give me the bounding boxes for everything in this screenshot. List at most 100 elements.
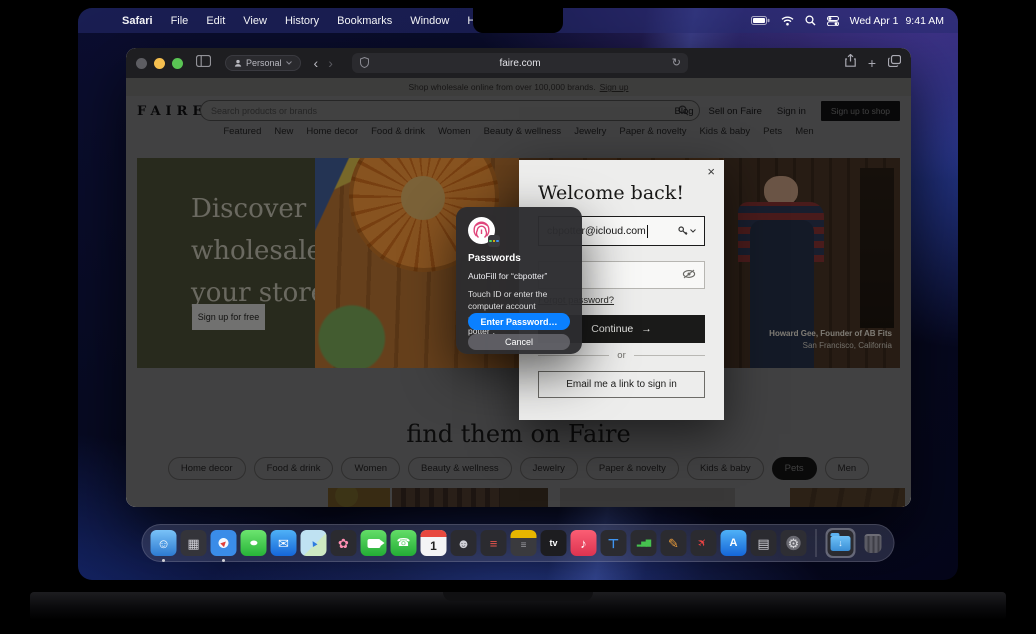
caption-name: Howard Gee, Founder of AB Fits: [769, 328, 892, 340]
dock-documents-icon[interactable]: ▤: [751, 530, 777, 556]
dock-reminders-icon[interactable]: ≡: [481, 530, 507, 556]
dock-music-icon[interactable]: ♪: [571, 530, 597, 556]
rocket-glyph: ✈: [696, 536, 710, 550]
tv-glyph: tv: [549, 539, 557, 548]
safari-toolbar: Personal ‹ › faire.com ↻ +: [126, 48, 911, 78]
wifi-icon[interactable]: [781, 16, 794, 26]
touch-id-icon: [468, 217, 495, 244]
calendar-band: [421, 530, 447, 537]
dock-maps-icon[interactable]: ▲: [301, 530, 327, 556]
shop-shelf-image: [860, 168, 894, 328]
menu-bar-status: Wed Apr 1 9:41 AM: [751, 15, 944, 27]
music-glyph: ♪: [580, 537, 587, 550]
dock: ☺▦▲●✉▲✿☎1☻≡≡tv♪⊤▂▅▇✎✈A▤⚙ ↓: [142, 524, 895, 562]
hero-photo-founder: Howard Gee, Founder of AB Fits San Franc…: [724, 158, 900, 368]
menu-item-safari[interactable]: Safari: [122, 15, 153, 27]
dock-settings-icon[interactable]: ⚙: [781, 530, 807, 556]
dock-notes-icon[interactable]: ≡: [511, 530, 537, 556]
privacy-shield-icon[interactable]: [360, 57, 369, 71]
dock-trash-icon[interactable]: [860, 530, 886, 556]
passwords-autofill-key-icon[interactable]: [678, 226, 696, 236]
caption-location: San Francisco, California: [769, 340, 892, 352]
battery-icon[interactable]: [751, 16, 770, 25]
sign-up-for-free-button[interactable]: Sign up for free: [192, 304, 265, 330]
keynote-glyph: ⊤: [608, 537, 620, 550]
dock-messages-icon[interactable]: ●: [241, 530, 267, 556]
back-button[interactable]: ‹: [309, 56, 324, 70]
profile-switcher[interactable]: Personal: [225, 55, 301, 71]
dock-keynote-icon[interactable]: ⊤: [601, 530, 627, 556]
menu-item-history[interactable]: History: [285, 15, 319, 27]
dock-mail-icon[interactable]: ✉: [271, 530, 297, 556]
founder-portrait: [764, 176, 798, 206]
show-password-icon[interactable]: [682, 266, 696, 284]
finder-glyph: ☺: [157, 537, 170, 550]
dock-finder-icon[interactable]: ☺: [151, 530, 177, 556]
dock-numbers-icon[interactable]: ▂▅▇: [631, 530, 657, 556]
new-tab-button[interactable]: +: [868, 56, 876, 70]
contacts-glyph: ☻: [457, 537, 471, 550]
passwords-autofill-dialog: Passwords AutoFill for “cbpotter” Touch …: [456, 207, 582, 354]
dock-launchpad-icon[interactable]: ▦: [181, 530, 207, 556]
forward-button[interactable]: ›: [323, 56, 338, 70]
address-bar[interactable]: faire.com ↻: [352, 53, 688, 73]
dock-tv-icon[interactable]: tv: [541, 530, 567, 556]
settings-glyph: ⚙: [788, 537, 800, 550]
menu-bar-clock[interactable]: Wed Apr 1 9:41 AM: [850, 15, 944, 27]
enter-password-button[interactable]: Enter Password…: [468, 313, 570, 330]
downloads-highlight: ↓: [826, 528, 856, 558]
dock-app-store-icon[interactable]: A: [721, 530, 747, 556]
screen: Safari File Edit View History Bookmarks Window…: [78, 8, 958, 580]
dock-contacts-icon[interactable]: ☻: [451, 530, 477, 556]
facetime-glyph: [367, 539, 380, 548]
auth-dialog-app-name: Passwords: [468, 253, 570, 264]
apron-image: [750, 220, 814, 368]
menu-item-bookmarks[interactable]: Bookmarks: [337, 15, 392, 27]
dock-apps: ☺▦▲●✉▲✿☎1☻≡≡tv♪⊤▂▅▇✎✈A▤⚙: [151, 530, 807, 556]
text-caret: [647, 225, 648, 238]
spotlight-search-icon[interactable]: [805, 15, 816, 26]
hero-line-3: your store.: [191, 272, 315, 314]
phone-glyph: ☎: [397, 538, 411, 549]
auth-dialog-subtitle: AutoFill for “cbpotter”: [468, 271, 570, 281]
download-arrow-glyph: ↓: [831, 536, 851, 551]
modal-close-icon[interactable]: ×: [707, 164, 715, 179]
dock-rocket-icon[interactable]: ✈: [691, 530, 717, 556]
menu-item-file[interactable]: File: [171, 15, 189, 27]
control-center-icon[interactable]: [827, 16, 839, 26]
menu-items: Safari File Edit View History Bookmarks Window…: [104, 15, 490, 27]
divider-line: [634, 355, 705, 356]
dock-photos-icon[interactable]: ✿: [331, 530, 357, 556]
documents-glyph: ▤: [757, 537, 769, 550]
menu-item-view[interactable]: View: [243, 15, 267, 27]
launchpad-glyph: ▦: [187, 537, 199, 550]
sidebar-toggle-icon[interactable]: [196, 54, 211, 72]
dock-facetime-icon[interactable]: [361, 530, 387, 556]
window-zoom-button[interactable]: [172, 58, 183, 69]
dock-safari-icon[interactable]: ▲: [211, 530, 237, 556]
divider-line: [538, 355, 609, 356]
running-indicator: [162, 559, 165, 562]
safari-window: Personal ‹ › faire.com ↻ +: [126, 48, 911, 507]
share-icon[interactable]: [845, 54, 856, 72]
menu-item-window[interactable]: Window: [410, 15, 449, 27]
dock-phone-icon[interactable]: ☎: [391, 530, 417, 556]
hero-headline: Discover and wholesale pro your store.: [191, 188, 315, 314]
continue-label: Continue: [591, 323, 633, 335]
window-close-button[interactable]: [136, 58, 147, 69]
hero-line-1: Discover and: [191, 188, 315, 230]
window-minimize-button[interactable]: [154, 58, 165, 69]
dock-pages-icon[interactable]: ✎: [661, 530, 687, 556]
toolbar-right-actions: +: [845, 48, 901, 78]
trash-glyph: [864, 534, 881, 553]
email-link-button[interactable]: Email me a link to sign in: [538, 371, 705, 398]
dock-calendar-icon[interactable]: 1: [421, 530, 447, 556]
dock-downloads-folder-icon[interactable]: ↓: [828, 530, 854, 556]
tab-overview-icon[interactable]: [888, 54, 901, 72]
menu-item-edit[interactable]: Edit: [206, 15, 225, 27]
reload-icon[interactable]: ↻: [672, 56, 681, 69]
messages-glyph: ●: [249, 538, 259, 549]
cancel-button[interactable]: Cancel: [468, 334, 570, 350]
hero-caption: Howard Gee, Founder of AB Fits San Franc…: [769, 328, 892, 352]
mail-glyph: ✉: [278, 537, 289, 550]
